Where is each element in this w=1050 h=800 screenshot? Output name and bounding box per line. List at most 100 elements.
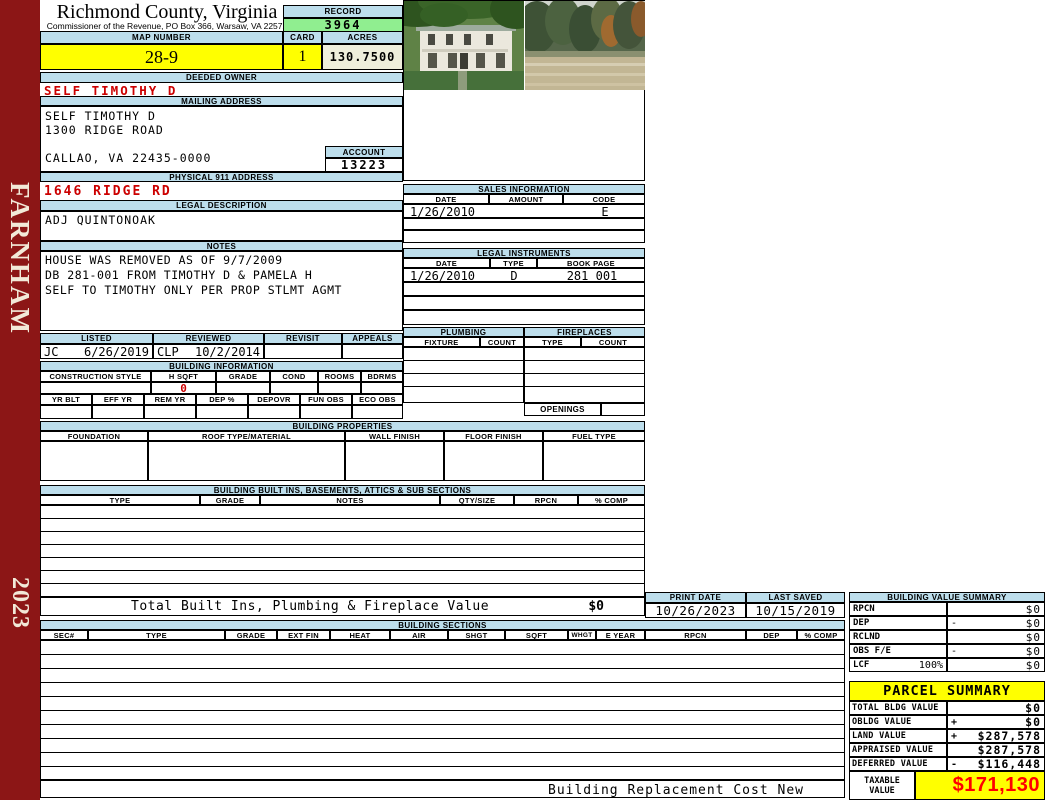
empty-row [525, 387, 644, 401]
construction-style-value [40, 382, 151, 394]
parcel-label: LAND VALUE [852, 731, 907, 741]
parcel-value: $287,578 [977, 729, 1041, 743]
instrument-bookpage-header: BOOK PAGE [537, 258, 645, 268]
taxable-value-box: $171,130 [915, 771, 1045, 800]
section-rpcn-header: RPCN [645, 630, 746, 640]
deeded-owner-label: DEEDED OWNER [40, 72, 403, 83]
last-saved-value: 10/15/2019 [746, 603, 845, 618]
listed-date: 6/26/2019 [83, 344, 149, 359]
bvs-value: $0 [1025, 616, 1041, 630]
empty-row [41, 558, 644, 571]
fixture-count-header: COUNT [480, 337, 524, 347]
empty-row [41, 739, 844, 753]
sales-code-header: CODE [563, 194, 645, 204]
district-name: FARNHAM [5, 181, 35, 335]
acres-value: 130.7500 [322, 44, 403, 70]
empty-row [41, 697, 844, 711]
empty-row [41, 641, 844, 655]
empty-row [403, 282, 645, 296]
record-label: RECORD [283, 5, 403, 18]
bvs-value: $0 [1025, 630, 1041, 644]
parcel-label: TOTAL BLDG VALUE [852, 703, 939, 713]
property-record-card: FARNHAM 2023 Richmond County, Virginia C… [0, 0, 1050, 800]
construction-style-header: CONSTRUCTION STYLE [40, 371, 151, 382]
taxable-value: $171,130 [952, 774, 1040, 796]
fireplaces-title: FIREPLACES [524, 327, 645, 337]
sale-code: E [601, 205, 609, 219]
hsqft-value: 0 [151, 382, 216, 395]
hsqft-header: H SQFT [151, 371, 216, 382]
bvs-row-value: $0 [947, 658, 1045, 672]
built-ins-empty-rows [40, 505, 645, 597]
floor-finish-header: FLOOR FINISH [444, 431, 543, 441]
bvs-value: $0 [1025, 644, 1041, 658]
bvs-row-value: - $0 [947, 644, 1045, 658]
fixture-header: FIXTURE [403, 337, 480, 347]
parcel-row-label: TOTAL BLDG VALUE [849, 701, 947, 715]
built-ins-total-value: $0 [588, 599, 604, 614]
empty-row [404, 348, 523, 361]
empty-row [41, 584, 644, 596]
fireplace-count-header: COUNT [581, 337, 645, 347]
empty-row [404, 374, 523, 387]
notes-line-2: DB 281-001 FROM TIMOTHY D & PAMELA H [45, 268, 313, 282]
house-photo [404, 1, 524, 90]
bdrms-value [361, 382, 403, 394]
listed-value: JC 6/26/2019 [40, 344, 153, 359]
fun-obs-header: FUN OBS [300, 394, 352, 405]
building-information-title: BUILDING INFORMATION [40, 361, 403, 371]
replacement-cost-label: Building Replacement Cost New [548, 783, 804, 798]
eff-yr-value [92, 405, 144, 419]
section-comp-header: % COMP [797, 630, 845, 640]
built-in-rpcn-header: RPCN [514, 495, 578, 505]
account-value: 13223 [325, 158, 403, 172]
foundation-header: FOUNDATION [40, 431, 148, 441]
ext-fin-header: EXT FIN [277, 630, 330, 640]
bvs-op: - [951, 645, 958, 657]
county-title: Richmond County, Virginia [56, 1, 278, 23]
legal-description-label: LEGAL DESCRIPTION [40, 200, 403, 211]
parcel-row-label: DEFERRED VALUE [849, 757, 947, 771]
sales-date-header: DATE [403, 194, 489, 204]
physical-address-value: 1646 RIDGE RD [44, 184, 172, 199]
cond-header: COND [270, 371, 318, 382]
district-sidebar: FARNHAM 2023 [0, 0, 40, 800]
sales-title: SALES INFORMATION [403, 184, 645, 194]
empty-row [41, 532, 644, 545]
parcel-summary-title: PARCEL SUMMARY [849, 681, 1045, 701]
empty-row [41, 571, 644, 584]
cond-value [270, 382, 318, 394]
last-saved-label: LAST SAVED [746, 592, 845, 603]
building-sections-title: BUILDING SECTIONS [40, 620, 845, 630]
empty-row [41, 767, 844, 780]
sales-row: 1/26/2010 E [403, 204, 645, 219]
bvs-row-value: - $0 [947, 616, 1045, 630]
parcel-label: DEFERRED VALUE [852, 759, 928, 769]
reviewed-value: CLP 10/2/2014 [153, 344, 264, 359]
parcel-op: + [951, 716, 958, 728]
land-photo [525, 1, 645, 90]
bvs-pct: 100% [918, 659, 943, 671]
card-label: CARD [283, 31, 322, 44]
deeded-owner-value: SELF TIMOTHY D [44, 83, 178, 98]
bvs-row-label: DEP [849, 616, 947, 630]
built-ins-total-label: Total Built Ins, Plumbing & Fireplace Va… [131, 599, 490, 614]
listed-by: JC [44, 344, 59, 359]
legal-instruments-title: LEGAL INSTRUMENTS [403, 248, 645, 258]
empty-row [403, 310, 645, 325]
built-in-comp-header: % COMP [578, 495, 645, 505]
fuel-type-value [543, 441, 645, 481]
bvs-label: LCF [853, 660, 870, 670]
section-type-header: TYPE [88, 630, 225, 640]
openings-label: OPENINGS [524, 403, 601, 416]
parcel-row-value: + $287,578 [947, 729, 1045, 743]
empty-row [525, 374, 644, 387]
parcel-row-label: APPRAISED VALUE [849, 743, 947, 757]
revisit-label: REVISIT [264, 333, 342, 344]
acres-label: ACRES [322, 31, 403, 44]
openings-value [601, 403, 645, 416]
appeals-value [342, 344, 403, 359]
built-ins-title: BUILDING BUILT INS, BASEMENTS, ATTICS & … [40, 485, 645, 495]
building-properties-title: BUILDING PROPERTIES [40, 421, 645, 431]
sales-amount-header: AMOUNT [489, 194, 563, 204]
